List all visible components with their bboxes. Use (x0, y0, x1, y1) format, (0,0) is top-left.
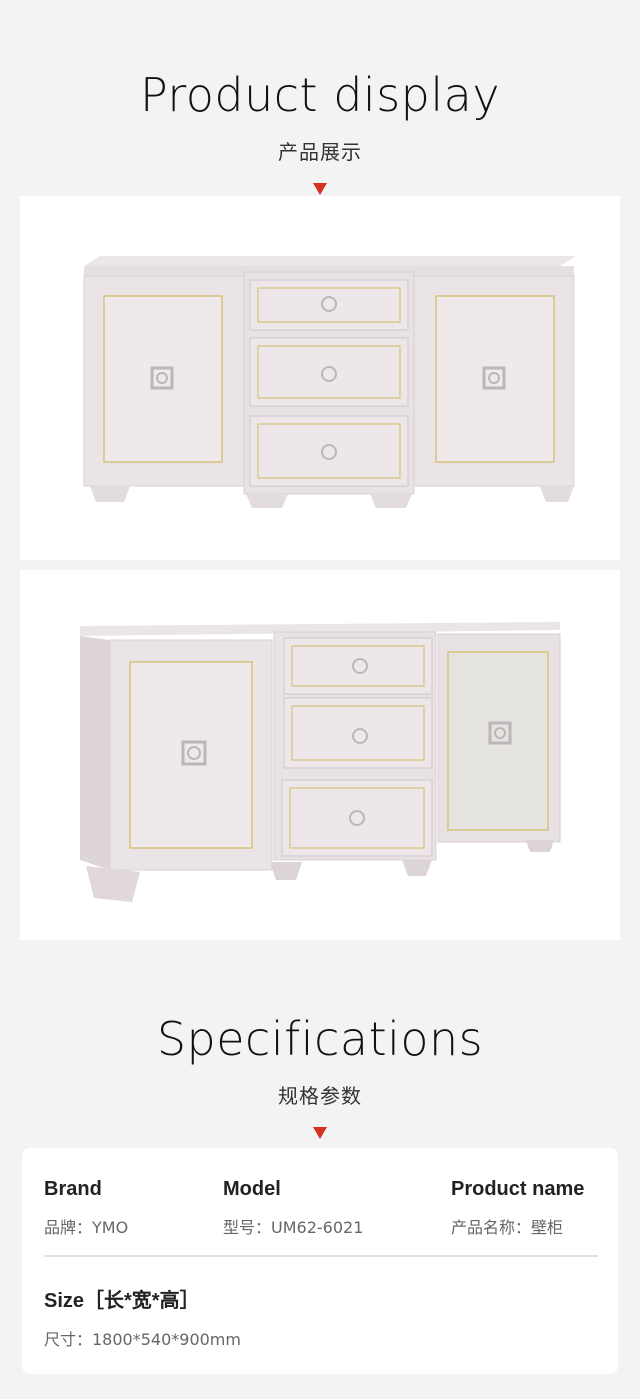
spec-card: Brand 品牌：YMO Model 型号：UM62-6021 Product … (22, 1148, 618, 1374)
spec-model: Model 型号：UM62-6021 (223, 1178, 363, 1238)
down-triangle-icon (313, 183, 327, 195)
specifications-title: Specifications (156, 1012, 484, 1066)
spec-product-name: Product name 产品名称：壁柜 (451, 1178, 584, 1238)
product-display-subtitle: 产品展示 (278, 140, 362, 164)
product-display-header: Product display 产品展示 (0, 72, 640, 195)
spec-size-value: 尺寸：1800*540*900mm (44, 1330, 241, 1349)
spec-size: Size［长*宽*高］ 尺寸：1800*540*900mm (44, 1284, 241, 1350)
spec-divider (44, 1255, 598, 1257)
specifications-header: Specifications 规格参数 (0, 1016, 640, 1139)
product-image-angle (20, 570, 620, 940)
spec-model-value: 型号：UM62-6021 (223, 1218, 364, 1237)
spec-brand-value: 品牌：YMO (44, 1218, 129, 1237)
spec-product-name-value: 产品名称：壁柜 (451, 1218, 564, 1237)
spec-product-name-label: Product name (451, 1178, 585, 1200)
spec-size-label: Size［长*宽*高］ (44, 1290, 200, 1312)
down-triangle-icon (313, 1127, 327, 1139)
spec-brand: Brand 品牌：YMO (44, 1178, 128, 1238)
product-image-front (20, 196, 620, 560)
specifications-subtitle: 规格参数 (278, 1084, 362, 1108)
product-display-title: Product display (139, 68, 501, 122)
spec-model-label: Model (223, 1178, 281, 1200)
spec-brand-label: Brand (44, 1178, 102, 1200)
